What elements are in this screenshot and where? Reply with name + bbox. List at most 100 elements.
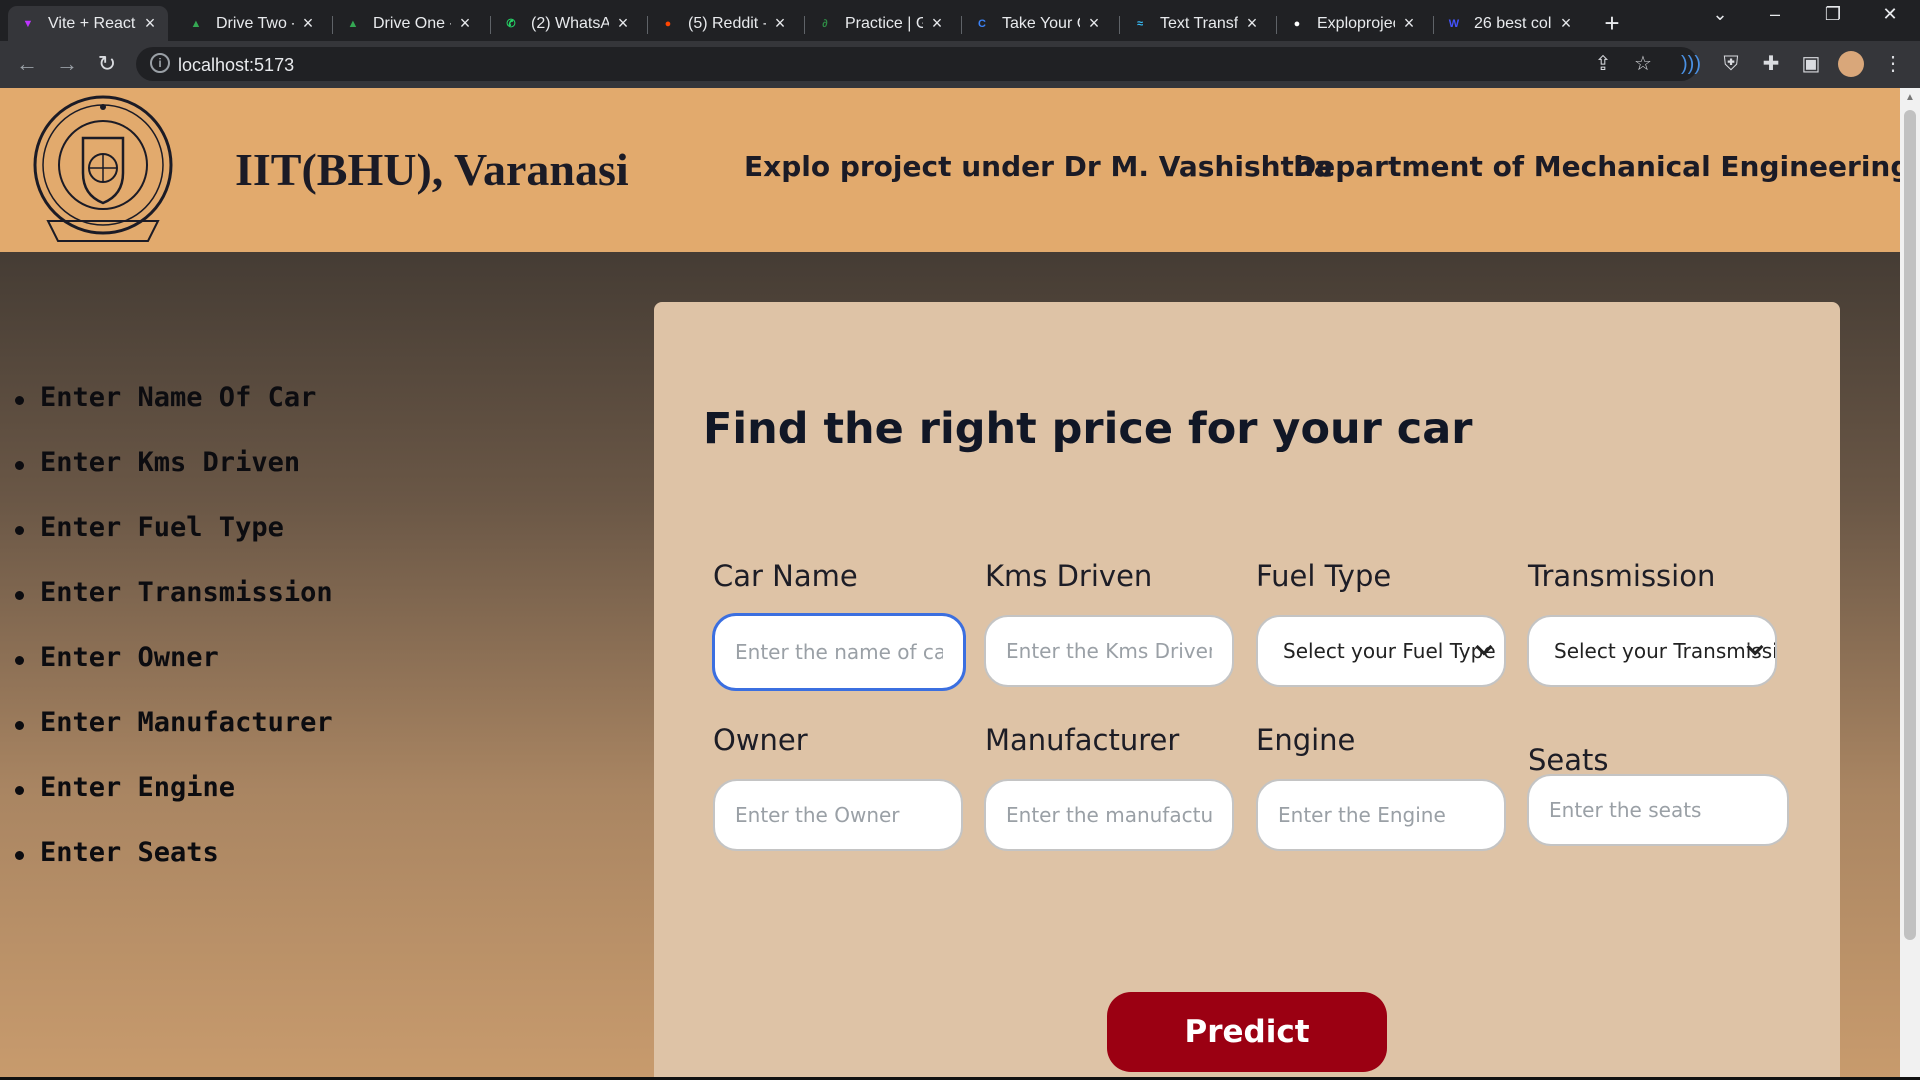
url-text[interactable]: localhost:5173	[178, 55, 294, 76]
transmission-label: Transmission	[1528, 559, 1716, 593]
owner-label: Owner	[713, 723, 808, 757]
instruction-item: Enter Owner	[12, 642, 333, 707]
close-tab-icon[interactable]: ×	[142, 13, 158, 34]
browser-tab[interactable]: ▼ Vite + React ×	[8, 6, 168, 41]
close-window-icon[interactable]: ✕	[1870, 4, 1910, 25]
browser-tab[interactable]: C Take Your Career ×	[962, 6, 1112, 41]
manufacturer-label: Manufacturer	[985, 723, 1180, 757]
fuel-type-label: Fuel Type	[1256, 559, 1392, 593]
tab-title: Practice | GeeksforGeeks	[845, 14, 923, 32]
close-tab-icon[interactable]: ×	[929, 13, 945, 34]
kms-driven-label: Kms Driven	[985, 559, 1153, 593]
close-tab-icon[interactable]: ×	[772, 13, 788, 34]
instruction-item: Enter Name Of Car	[12, 382, 333, 447]
institute-name: IIT(BHU), Varanasi	[235, 144, 629, 195]
browser-tab[interactable]: ∂ Practice | GeeksforGeeks ×	[805, 6, 955, 41]
browser-tab[interactable]: ▲ Drive Two - Google Drive ×	[176, 6, 326, 41]
form-title: Find the right price for your car	[703, 404, 1473, 454]
close-tab-icon[interactable]: ×	[615, 13, 631, 34]
site-header: IIT(BHU), Varanasi Explo project under D…	[0, 88, 1900, 252]
shield-icon[interactable]: ⛨	[1718, 51, 1744, 77]
bookmark-star-icon[interactable]: ☆	[1630, 51, 1656, 77]
close-tab-icon[interactable]: ×	[1558, 13, 1574, 34]
tab-title: Drive Two - Google Drive	[216, 14, 294, 32]
main-background: Enter Name Of Car Enter Kms Driven Enter F…	[0, 252, 1900, 1080]
tab-separator	[647, 16, 648, 34]
scroll-up-icon[interactable]: ▲	[1904, 92, 1916, 104]
tailwind-icon: ≈	[1136, 17, 1144, 30]
engine-label: Engine	[1256, 723, 1356, 757]
fuel-type-select[interactable]: Select your Fuel Type	[1256, 615, 1506, 687]
page-viewport: IIT(BHU), Varanasi Explo project under D…	[0, 88, 1900, 1080]
tab-separator	[804, 16, 805, 34]
instruction-item: Enter Seats	[12, 837, 333, 902]
manufacturer-input[interactable]	[984, 779, 1234, 851]
site-info-icon[interactable]: i	[150, 53, 170, 73]
extensions-icon[interactable]: ✚	[1758, 51, 1784, 77]
forward-icon[interactable]: →	[52, 49, 82, 79]
side-panel-icon[interactable]: ▣	[1798, 51, 1824, 77]
instruction-item: Enter Manufacturer	[12, 707, 333, 772]
tab-separator	[961, 16, 962, 34]
iit-bhu-logo	[33, 95, 173, 242]
instruction-item: Enter Fuel Type	[12, 512, 333, 577]
close-tab-icon[interactable]: ×	[1401, 13, 1417, 34]
tab-title: (2) WhatsApp	[531, 14, 609, 32]
close-tab-icon[interactable]: ×	[1086, 13, 1102, 34]
tab-separator	[332, 16, 333, 34]
new-tab-button[interactable]: +	[1598, 8, 1626, 39]
webflow-icon: W	[1448, 17, 1460, 30]
restore-icon[interactable]: ❐	[1813, 4, 1853, 25]
reload-icon[interactable]: ↻	[92, 49, 122, 79]
instruction-item: Enter Transmission	[12, 577, 333, 642]
tab-title: 26 best color palettes	[1474, 14, 1552, 32]
tab-separator	[1276, 16, 1277, 34]
tab-title: Drive One - Google Drive	[373, 14, 451, 32]
tab-title: Exploproject	[1317, 14, 1395, 32]
scrollbar-thumb[interactable]	[1904, 110, 1916, 940]
car-name-label: Car Name	[713, 559, 858, 593]
address-bar[interactable]: i localhost:5173	[136, 47, 1698, 81]
close-tab-icon[interactable]: ×	[300, 13, 316, 34]
tab-title: Text Transform	[1160, 14, 1238, 32]
vite-icon: ▼	[22, 17, 34, 30]
github-icon: ●	[1293, 17, 1301, 30]
tab-separator	[490, 16, 491, 34]
department-name: Department of Mechanical Engineering	[1293, 150, 1900, 183]
browser-tab[interactable]: ≈ Text Transform ×	[1120, 6, 1270, 41]
car-name-input[interactable]	[712, 613, 966, 691]
menu-icon[interactable]: ⋮	[1880, 51, 1906, 77]
transmission-select[interactable]: Select your Transmission	[1527, 615, 1777, 687]
seats-label: Seats	[1528, 743, 1609, 777]
project-title: Explo project under Dr M. Vashishtha	[744, 150, 1333, 183]
fuel-type-selected: Select your Fuel Type	[1283, 639, 1496, 663]
close-tab-icon[interactable]: ×	[457, 13, 473, 34]
page-scrollbar[interactable]: ▲	[1900, 88, 1920, 1080]
close-tab-icon[interactable]: ×	[1244, 13, 1260, 34]
instruction-item: Enter Engine	[12, 772, 333, 837]
read-aloud-icon[interactable]: )))	[1678, 51, 1704, 77]
tab-separator	[1433, 16, 1434, 34]
minimize-icon[interactable]: –	[1755, 4, 1795, 25]
seats-input[interactable]	[1527, 774, 1789, 846]
browser-tab[interactable]: ▲ Drive One - Google Drive ×	[333, 6, 483, 41]
browser-tab[interactable]: ✆ (2) WhatsApp ×	[491, 6, 641, 41]
google-drive-icon: ▲	[347, 17, 359, 30]
tab-search-icon[interactable]: ⌄	[1700, 4, 1740, 25]
geeksforgeeks-icon: ∂	[822, 17, 828, 30]
tab-title: Vite + React	[48, 14, 136, 32]
instruction-item: Enter Kms Driven	[12, 447, 333, 512]
share-icon[interactable]: ⇪	[1590, 51, 1616, 77]
browser-toolbar: ← → ↻ i localhost:5173 ⇪ ☆ ))) ⛨ ✚ ▣ ⋮	[0, 41, 1920, 88]
profile-avatar[interactable]	[1838, 51, 1864, 77]
back-icon[interactable]: ←	[12, 49, 42, 79]
engine-input[interactable]	[1256, 779, 1506, 851]
browser-tab[interactable]: ● (5) Reddit - Dive into anything ×	[648, 6, 798, 41]
kms-driven-input[interactable]	[984, 615, 1234, 687]
owner-input[interactable]	[713, 779, 963, 851]
browser-tab[interactable]: ● Exploproject ×	[1277, 6, 1427, 41]
browser-tab-strip: ▼ Vite + React × ▲ Drive Two - Google Drive ×…	[0, 0, 1920, 41]
browser-tab[interactable]: W 26 best color palettes ×	[1434, 6, 1584, 41]
predict-button[interactable]: Predict	[1107, 992, 1387, 1072]
prediction-form-card: Find the right price for your car Car Na…	[654, 302, 1840, 1080]
